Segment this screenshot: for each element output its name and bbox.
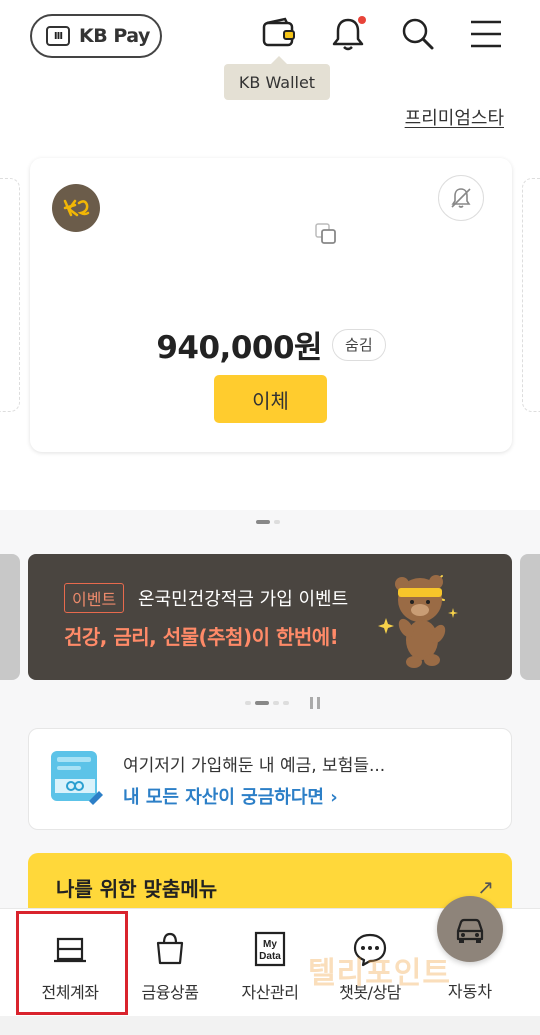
kb-pay-logo-icon: III: [46, 26, 70, 46]
arrow-up-right-icon: ↗: [477, 875, 494, 899]
menu-icon[interactable]: [466, 14, 506, 54]
bear-character-icon: [378, 575, 458, 668]
nav-label-car[interactable]: 자동차: [440, 978, 500, 1002]
carousel-dot: [245, 701, 251, 705]
bottom-strip: [0, 1016, 540, 1035]
event-banner[interactable]: 이벤트 온국민건강적금 가입 이벤트 건강, 금리, 선물(추첨)이 한번에!: [28, 554, 512, 680]
event-tag: 이벤트: [64, 583, 125, 613]
watermark-text: 텔리포인트: [308, 956, 451, 991]
bell-off-icon: [451, 188, 471, 208]
balance-row: 940,000원 숨김: [30, 322, 512, 367]
pause-icon[interactable]: [308, 696, 322, 710]
nav-financial-products[interactable]: 금융상품: [120, 909, 220, 1017]
next-banner-peek[interactable]: [520, 554, 540, 680]
account-card[interactable]: 940,000원 숨김 이체: [30, 158, 512, 452]
event-banner-title: 온국민건강적금 가입 이벤트: [138, 589, 349, 610]
assets-promo-link[interactable]: 내 모든 자산이 궁금하다면 ›: [123, 783, 338, 809]
kb-bank-logo-icon: [52, 184, 100, 232]
svg-text:My: My: [263, 939, 277, 950]
kb-pay-label: KB Pay: [79, 25, 150, 47]
transfer-button[interactable]: 이체: [214, 375, 327, 423]
account-balance: 940,000원: [156, 330, 323, 366]
carousel-dot: [273, 701, 279, 705]
nav-asset-management[interactable]: My Data 자산관리: [220, 909, 320, 1017]
my-assets-card[interactable]: 여기저기 가입해둔 내 예금, 보험들... 내 모든 자산이 궁금하다면 ›: [28, 728, 512, 830]
carousel-dot: [274, 520, 280, 524]
assets-promo-text: 여기저기 가입해둔 내 예금, 보험들...: [123, 756, 386, 776]
carousel-dot-active: [256, 520, 270, 524]
premium-star-link[interactable]: 프리미엄스타: [405, 104, 504, 130]
nav-label: 금융상품: [141, 983, 199, 1002]
gift-document-icon: [51, 751, 103, 805]
custom-menu-title: 나를 위한 맞춤메뉴: [56, 877, 218, 901]
next-card-peek[interactable]: [522, 178, 540, 412]
wallet-tooltip: KB Wallet: [224, 56, 330, 100]
notification-bell-icon[interactable]: [328, 14, 368, 54]
notification-off-button[interactable]: [438, 175, 484, 221]
svg-text:Data: Data: [259, 951, 281, 962]
prev-banner-peek[interactable]: [0, 554, 20, 680]
search-icon[interactable]: [398, 14, 438, 54]
carousel-dot-active: [255, 701, 269, 705]
kb-pay-button[interactable]: III KB Pay: [30, 14, 162, 58]
nav-label: 자산관리: [241, 983, 299, 1002]
account-carousel-indicator: [256, 520, 280, 524]
copy-icon[interactable]: [314, 222, 338, 246]
hide-balance-button[interactable]: 숨김: [332, 328, 386, 361]
car-icon: [456, 918, 484, 943]
mydata-icon: My Data: [254, 931, 286, 967]
car-fab-button[interactable]: [437, 896, 503, 962]
prev-card-peek[interactable]: [0, 178, 20, 412]
banner-carousel-indicator: [245, 701, 289, 705]
carousel-dot: [283, 701, 289, 705]
event-banner-subtitle: 건강, 금리, 선물(추첨)이 한번에!: [64, 625, 339, 649]
selected-nav-highlight: [16, 911, 128, 1015]
shopping-bag-icon: [156, 932, 184, 965]
wallet-icon[interactable]: [258, 14, 298, 54]
